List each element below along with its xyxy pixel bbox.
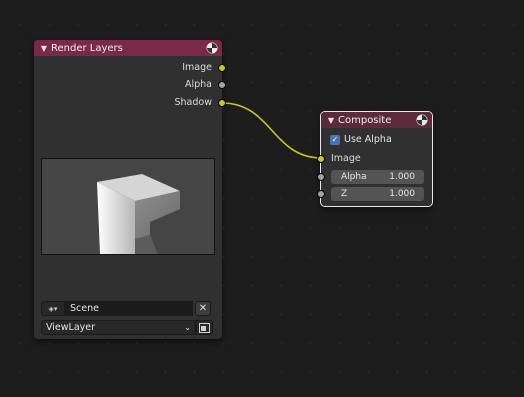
use-alpha-checkbox[interactable]: ✓ Use Alpha [330, 134, 392, 145]
input-z-socket[interactable] [317, 190, 325, 198]
alpha-field-label: Alpha [341, 172, 367, 182]
composite-node[interactable]: ▼ Composite ✓ Use Alpha Image Alpha 1.00… [317, 111, 433, 207]
input-image-label: Image [331, 153, 361, 164]
scene-row: ◈▾ Scene ✕ [41, 301, 211, 316]
link-shadow-to-image[interactable] [221, 102, 323, 159]
render-view-layer-icon[interactable] [196, 320, 213, 335]
view-layer-value: ViewLayer [46, 322, 96, 333]
z-field-label: Z [341, 189, 348, 199]
scene-field[interactable]: Scene [65, 301, 193, 316]
checkmark-icon: ✓ [330, 134, 340, 145]
node-title: Render Layers [51, 42, 123, 54]
collapse-arrow-icon[interactable]: ▼ [37, 44, 51, 53]
render-preview [41, 158, 215, 255]
render-layers-node[interactable]: ▼ Render Layers Image Alpha Shadow ◈▾ Sc… [34, 40, 226, 339]
output-shadow-socket[interactable] [218, 99, 226, 107]
input-alpha-socket[interactable] [317, 173, 325, 181]
node-title: Composite [338, 114, 392, 126]
alpha-field-value: 1.000 [389, 172, 415, 182]
input-image-socket[interactable] [317, 155, 325, 163]
z-value-field[interactable]: Z 1.000 [331, 187, 424, 201]
render-icon [199, 322, 210, 333]
collapse-arrow-icon[interactable]: ▼ [324, 116, 338, 125]
use-alpha-label: Use Alpha [344, 134, 392, 145]
composite-header[interactable]: ▼ Composite [321, 112, 432, 128]
output-image-socket[interactable] [218, 64, 226, 72]
composite-node-icon [416, 114, 428, 126]
output-alpha-socket[interactable] [218, 81, 226, 89]
alpha-value-field[interactable]: Alpha 1.000 [331, 170, 424, 184]
output-image-label: Image [182, 62, 212, 73]
output-shadow-label: Shadow [174, 97, 213, 108]
chevron-down-icon: ⌄ [184, 323, 191, 332]
view-layer-dropdown[interactable]: ViewLayer ⌄ [41, 320, 196, 335]
node-editor-canvas[interactable]: ▼ Render Layers Image Alpha Shadow ◈▾ Sc… [0, 0, 524, 397]
view-layer-row: ViewLayer ⌄ [41, 320, 213, 335]
z-field-value: 1.000 [389, 189, 415, 199]
scene-icon[interactable]: ◈▾ [41, 301, 65, 316]
clear-scene-button[interactable]: ✕ [195, 301, 211, 316]
output-alpha-label: Alpha [184, 79, 212, 90]
preview-cube-image [97, 174, 180, 254]
render-layers-header[interactable]: ▼ Render Layers [34, 40, 222, 56]
render-layers-node-icon [206, 42, 218, 54]
